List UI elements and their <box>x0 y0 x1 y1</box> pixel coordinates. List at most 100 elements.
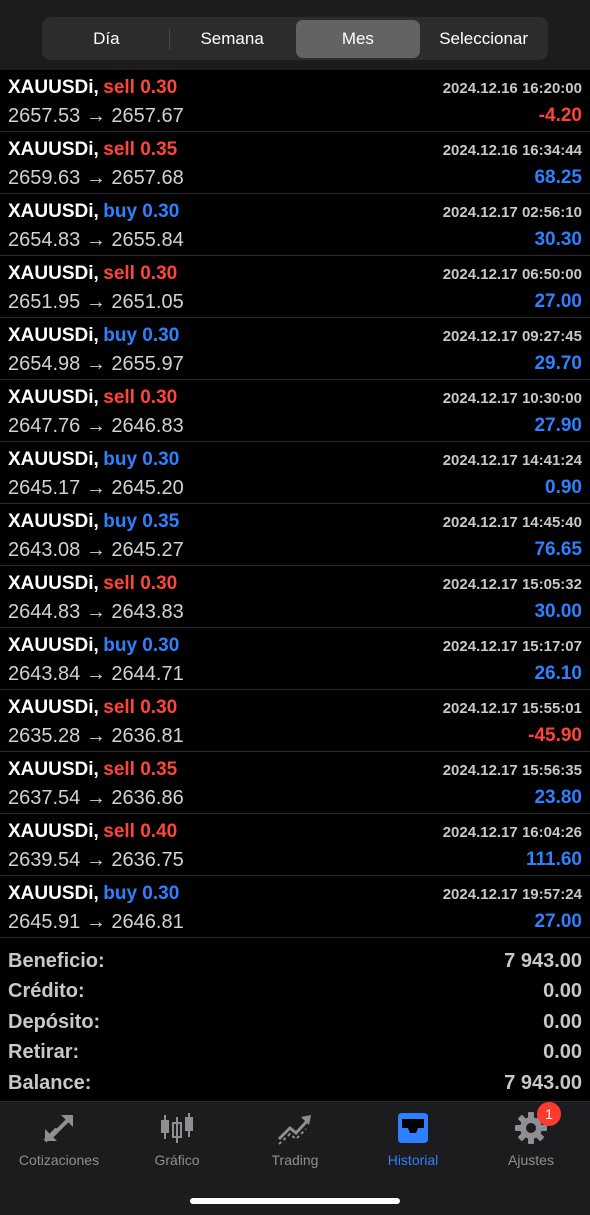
trade-profit: 27.00 <box>534 911 582 932</box>
trade-time: 2024.12.17 06:50:00 <box>442 265 582 283</box>
segment-select[interactable]: Seleccionar <box>421 20 546 58</box>
trade-row[interactable]: XAUUSDi, buy 0.30 2024.12.17 14:41:24 2645… <box>0 442 590 504</box>
trade-row-bottom: 2643.84 → 2644.71 26.10 <box>8 662 582 686</box>
trade-title: XAUUSDi, sell 0.30 <box>8 387 177 409</box>
summary-value: 7 943.00 <box>504 1071 582 1094</box>
trade-profit: 76.65 <box>534 539 582 560</box>
trade-title: XAUUSDi, sell 0.30 <box>8 697 177 719</box>
candlestick-chart-icon <box>157 1110 197 1146</box>
summary-row-withdrawal: Retirar: 0.00 <box>0 1038 590 1069</box>
trade-symbol: XAUUSDi, <box>8 759 99 780</box>
summary-label: Retirar: <box>8 1041 80 1064</box>
trade-side-volume: sell 0.30 <box>103 77 178 98</box>
trade-row-bottom: 2659.63 → 2657.68 68.25 <box>8 166 582 190</box>
segment-month[interactable]: Mes <box>295 19 421 58</box>
trade-row-bottom: 2643.08 → 2645.27 76.65 <box>8 538 582 562</box>
trade-profit: 27.00 <box>534 291 582 312</box>
summary-label: Depósito: <box>8 1010 101 1033</box>
tab-quotes[interactable]: Cotizaciones <box>0 1110 118 1170</box>
trade-prices: 2643.08 → 2645.27 <box>8 538 184 561</box>
trade-row-bottom: 2645.17 → 2645.20 0.90 <box>8 476 582 500</box>
trade-row[interactable]: XAUUSDi, buy 0.30 2024.12.17 19:57:24 2645… <box>0 876 590 938</box>
trade-symbol: XAUUSDi, <box>8 139 99 160</box>
summary-value: 0.00 <box>543 1041 582 1064</box>
trade-row-top: XAUUSDi, sell 0.30 2024.12.17 15:55:01 <box>8 696 582 720</box>
trade-side-volume: buy 0.30 <box>103 883 180 904</box>
trade-row-top: XAUUSDi, sell 0.30 2024.12.16 16:20:00 <box>8 76 582 100</box>
trade-side-volume: buy 0.30 <box>103 325 180 346</box>
notification-badge: 1 <box>537 1102 561 1126</box>
summary-label: Balance: <box>8 1071 92 1094</box>
trade-title: XAUUSDi, sell 0.35 <box>8 759 177 781</box>
trade-side-volume: sell 0.35 <box>103 139 178 160</box>
trade-time: 2024.12.17 15:55:01 <box>442 699 582 717</box>
trade-row[interactable]: XAUUSDi, sell 0.30 2024.12.17 15:05:32 264… <box>0 566 590 628</box>
trade-row-top: XAUUSDi, buy 0.30 2024.12.17 02:56:10 <box>8 200 582 224</box>
trade-side-volume: buy 0.30 <box>103 449 180 470</box>
trade-symbol: XAUUSDi, <box>8 883 99 904</box>
trade-time: 2024.12.17 14:41:24 <box>442 451 582 469</box>
trade-row[interactable]: XAUUSDi, sell 0.35 2024.12.17 15:56:35 263… <box>0 752 590 814</box>
tab-label: Gráfico <box>154 1152 200 1168</box>
trade-title: XAUUSDi, buy 0.30 <box>8 883 179 905</box>
bottom-tab-bar: Cotizaciones Gráfico Trading Historial 1… <box>0 1101 590 1215</box>
trade-side-volume: sell 0.40 <box>103 821 178 842</box>
tab-chart[interactable]: Gráfico <box>118 1110 236 1170</box>
tab-history[interactable]: Historial <box>354 1110 472 1170</box>
trade-row-bottom: 2645.91 → 2646.81 27.00 <box>8 910 582 934</box>
trade-row[interactable]: XAUUSDi, sell 0.30 2024.12.17 15:55:01 263… <box>0 690 590 752</box>
trade-time: 2024.12.17 15:17:07 <box>442 637 582 655</box>
trade-row[interactable]: XAUUSDi, sell 0.40 2024.12.17 16:04:26 263… <box>0 814 590 876</box>
trade-row[interactable]: XAUUSDi, sell 0.30 2024.12.16 16:20:00 265… <box>0 70 590 132</box>
trade-title: XAUUSDi, buy 0.30 <box>8 635 179 657</box>
trade-prices: 2654.83 → 2655.84 <box>8 228 184 251</box>
trade-row-top: XAUUSDi, buy 0.30 2024.12.17 14:41:24 <box>8 448 582 472</box>
trade-title: XAUUSDi, buy 0.30 <box>8 325 179 347</box>
trade-symbol: XAUUSDi, <box>8 201 99 222</box>
trade-time: 2024.12.16 16:20:00 <box>442 79 582 97</box>
summary-value: 0.00 <box>543 980 582 1003</box>
trade-prices: 2645.91 → 2646.81 <box>8 910 184 933</box>
trade-title: XAUUSDi, sell 0.30 <box>8 77 177 99</box>
trade-profit: -45.90 <box>528 725 582 746</box>
trade-row[interactable]: XAUUSDi, buy 0.30 2024.12.17 09:27:45 2654… <box>0 318 590 380</box>
trade-row[interactable]: XAUUSDi, buy 0.30 2024.12.17 02:56:10 2654… <box>0 194 590 256</box>
trade-row[interactable]: XAUUSDi, sell 0.30 2024.12.17 06:50:00 265… <box>0 256 590 318</box>
history-inbox-icon <box>393 1110 433 1146</box>
trade-prices: 2651.95 → 2651.05 <box>8 290 184 313</box>
trade-prices: 2657.53 → 2657.67 <box>8 104 184 127</box>
trade-prices: 2643.84 → 2644.71 <box>8 662 184 685</box>
trade-time: 2024.12.17 02:56:10 <box>442 203 582 221</box>
trade-prices: 2654.98 → 2655.97 <box>8 352 184 375</box>
trade-prices: 2644.83 → 2643.83 <box>8 600 184 623</box>
trade-time: 2024.12.17 19:57:24 <box>442 885 582 903</box>
trade-title: XAUUSDi, buy 0.30 <box>8 449 179 471</box>
segment-week[interactable]: Semana <box>170 20 295 58</box>
trade-row[interactable]: XAUUSDi, sell 0.30 2024.12.17 10:30:00 264… <box>0 380 590 442</box>
trade-time: 2024.12.16 16:34:44 <box>442 141 582 159</box>
tab-settings[interactable]: 1 Ajustes <box>472 1102 590 1170</box>
trade-row[interactable]: XAUUSDi, buy 0.30 2024.12.17 15:17:07 2643… <box>0 628 590 690</box>
trade-time: 2024.12.17 14:45:40 <box>442 513 582 531</box>
trade-row-bottom: 2644.83 → 2643.83 30.00 <box>8 600 582 624</box>
trade-profit: 111.60 <box>525 849 582 870</box>
trade-row-top: XAUUSDi, sell 0.30 2024.12.17 06:50:00 <box>8 262 582 286</box>
trade-row-bottom: 2654.98 → 2655.97 29.70 <box>8 352 582 376</box>
trade-time: 2024.12.17 16:04:26 <box>442 823 582 841</box>
account-summary: Beneficio: 7 943.00 Crédito: 0.00 Depósi… <box>0 938 590 1099</box>
trade-row-bottom: 2647.76 → 2646.83 27.90 <box>8 414 582 438</box>
trade-symbol: XAUUSDi, <box>8 325 99 346</box>
segment-day[interactable]: Día <box>44 20 169 58</box>
trade-prices: 2639.54 → 2636.75 <box>8 848 184 871</box>
tab-trading[interactable]: Trading <box>236 1110 354 1170</box>
trade-row[interactable]: XAUUSDi, sell 0.35 2024.12.16 16:34:44 265… <box>0 132 590 194</box>
trade-side-volume: sell 0.30 <box>103 387 178 408</box>
trade-row-top: XAUUSDi, sell 0.40 2024.12.17 16:04:26 <box>8 820 582 844</box>
trade-profit: 68.25 <box>534 167 582 188</box>
trade-row-bottom: 2654.83 → 2655.84 30.30 <box>8 228 582 252</box>
trade-row[interactable]: XAUUSDi, buy 0.35 2024.12.17 14:45:40 2643… <box>0 504 590 566</box>
trade-side-volume: buy 0.30 <box>103 201 180 222</box>
trade-title: XAUUSDi, sell 0.30 <box>8 573 177 595</box>
trade-prices: 2635.28 → 2636.81 <box>8 724 184 747</box>
trade-symbol: XAUUSDi, <box>8 449 99 470</box>
